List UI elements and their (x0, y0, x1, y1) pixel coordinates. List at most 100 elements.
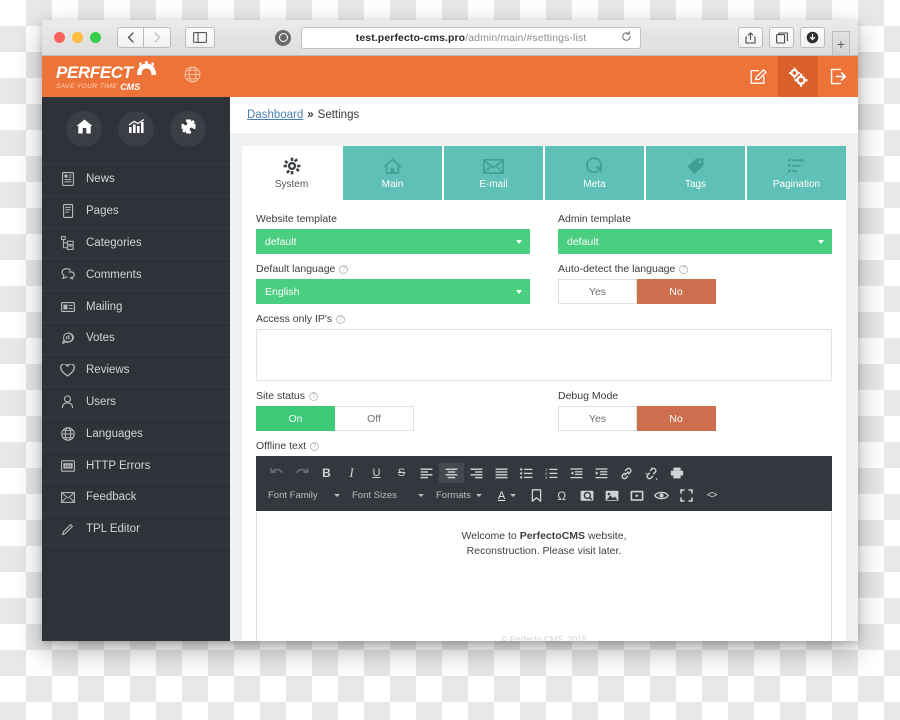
sidebar-item-http-errors[interactable]: 404 HTTP Errors (42, 450, 230, 482)
address-bar[interactable]: test.perfecto-cms.pro/admin/main/#settin… (301, 26, 641, 49)
chevron-down-icon (818, 239, 824, 244)
share-icon[interactable] (738, 27, 763, 48)
site-status-label: Site status ? (256, 390, 530, 402)
tab-main[interactable]: Main (343, 146, 442, 200)
unlink-icon[interactable] (639, 463, 664, 483)
align-center-icon[interactable] (439, 463, 464, 483)
insert-image-icon[interactable] (599, 486, 624, 506)
breadcrumb-dashboard-link[interactable]: Dashboard (247, 109, 303, 121)
minimize-window-button[interactable] (72, 32, 83, 43)
debug-mode-label-text: Debug Mode (558, 390, 619, 402)
auto-detect-language-field: Auto-detect the language ? Yes No (558, 263, 832, 304)
tab-system[interactable]: System (242, 146, 341, 200)
help-icon[interactable]: ? (309, 391, 319, 401)
logout-icon[interactable] (818, 56, 858, 97)
website-template-select[interactable]: default (256, 229, 530, 254)
underline-icon[interactable]: U (364, 463, 389, 483)
close-window-button[interactable] (54, 32, 65, 43)
help-icon[interactable]: ? (679, 264, 689, 274)
sidebar-item-statistics[interactable] (118, 111, 154, 147)
fullscreen-icon[interactable] (674, 486, 699, 506)
print-icon[interactable] (664, 463, 689, 483)
help-icon[interactable]: ? (310, 441, 319, 451)
sidebar-item-mailing[interactable]: Mailing (42, 291, 230, 323)
reload-icon[interactable] (621, 30, 632, 45)
tab-email[interactable]: E-mail (444, 146, 543, 200)
source-code-icon[interactable]: <> (699, 486, 724, 506)
help-icon[interactable]: ? (336, 314, 346, 324)
sidebar-item-news[interactable]: News (42, 164, 230, 196)
offline-text-editor: B I U S 1 2 3 Font Family Font Sizes For… (256, 456, 832, 641)
auto-detect-no-button[interactable]: No (637, 279, 716, 304)
admin-template-select[interactable]: default (558, 229, 832, 254)
default-language-select[interactable]: English (256, 279, 530, 304)
show-tabs-icon[interactable] (769, 27, 794, 48)
sidebar-item-votes[interactable]: Votes (42, 323, 230, 355)
formats-dropdown[interactable]: Formats (432, 486, 490, 506)
strikethrough-icon[interactable]: S (389, 463, 414, 483)
sidebar: PERFECT SAVE YOUR TIME CMS News Pages Ca… (42, 56, 230, 641)
logo[interactable]: PERFECT SAVE YOUR TIME CMS (56, 61, 158, 92)
align-justify-icon[interactable] (489, 463, 514, 483)
redo-icon[interactable] (289, 463, 314, 483)
globe-icon[interactable] (184, 66, 201, 88)
outdent-icon[interactable] (564, 463, 589, 483)
align-left-icon[interactable] (414, 463, 439, 483)
content-area: System Main E-mail Meta Tags Pagination … (230, 133, 858, 641)
breadcrumb-separator: » (307, 109, 314, 121)
indent-icon[interactable] (589, 463, 614, 483)
back-button[interactable] (117, 27, 144, 48)
site-status-off-button[interactable]: Off (335, 406, 414, 431)
sidebar-item-categories[interactable]: Categories (42, 228, 230, 260)
bookmark-icon[interactable] (524, 486, 549, 506)
sidebar-item-pages[interactable]: Pages (42, 196, 230, 228)
help-icon[interactable]: ? (339, 264, 349, 274)
sidebar-toggle-button[interactable] (185, 27, 215, 48)
sidebar-item-label: HTTP Errors (86, 459, 151, 472)
edit-icon[interactable] (738, 56, 778, 97)
debug-mode-yes-button[interactable]: Yes (558, 406, 637, 431)
download-icon[interactable] (800, 27, 825, 48)
link-icon[interactable] (614, 463, 639, 483)
numbered-list-icon[interactable]: 123 (539, 463, 564, 483)
maximize-window-button[interactable] (90, 32, 101, 43)
sidebar-item-home[interactable] (66, 111, 102, 147)
settings-form: Website template default Admin template (242, 200, 846, 641)
omega-special-char-icon[interactable]: Ω (549, 486, 574, 506)
browser-window: test.perfecto-cms.pro/admin/main/#settin… (42, 20, 858, 641)
sidebar-item-feedback[interactable]: Feedback (42, 482, 230, 514)
tab-meta[interactable]: Meta (545, 146, 644, 200)
cms-application: PERFECT SAVE YOUR TIME CMS News Pages Ca… (42, 56, 858, 641)
sidebar-item-languages[interactable]: Languages (42, 418, 230, 451)
editor-content-area[interactable]: Welcome to PerfectoCMS website, Reconstr… (256, 511, 832, 641)
tab-pagination[interactable]: Pagination (747, 146, 846, 200)
align-right-icon[interactable] (464, 463, 489, 483)
tab-tags[interactable]: Tags (646, 146, 745, 200)
default-language-label-text: Default language (256, 263, 336, 275)
bold-icon[interactable]: B (314, 463, 339, 483)
mailing-icon (60, 301, 75, 313)
font-sizes-dropdown[interactable]: Font Sizes (348, 486, 432, 506)
text-color-dropdown[interactable]: A (490, 486, 524, 506)
sidebar-item-tpl-editor[interactable]: TPL Editor (42, 514, 230, 546)
bullet-list-icon[interactable] (514, 463, 539, 483)
url-text: test.perfecto-cms.pro/admin/main/#settin… (356, 32, 587, 44)
settings-gears-icon[interactable] (778, 56, 818, 97)
font-family-dropdown[interactable]: Font Family (264, 486, 348, 506)
new-tab-button[interactable]: + (832, 31, 850, 55)
sidebar-item-comments[interactable]: Comments (42, 259, 230, 292)
access-ips-textarea[interactable] (256, 329, 832, 381)
sidebar-item-label: Mailing (86, 300, 123, 313)
image-search-icon[interactable] (574, 486, 599, 506)
site-status-on-button[interactable]: On (256, 406, 335, 431)
preview-icon[interactable] (649, 486, 674, 506)
insert-media-icon[interactable] (624, 486, 649, 506)
forward-button[interactable] (144, 27, 171, 48)
sidebar-item-users[interactable]: Users (42, 387, 230, 419)
undo-icon[interactable] (264, 463, 289, 483)
sidebar-item-modules[interactable] (170, 111, 206, 147)
italic-icon[interactable]: I (339, 463, 364, 483)
debug-mode-no-button[interactable]: No (637, 406, 716, 431)
sidebar-item-reviews[interactable]: Reviews (42, 355, 230, 387)
auto-detect-yes-button[interactable]: Yes (558, 279, 637, 304)
